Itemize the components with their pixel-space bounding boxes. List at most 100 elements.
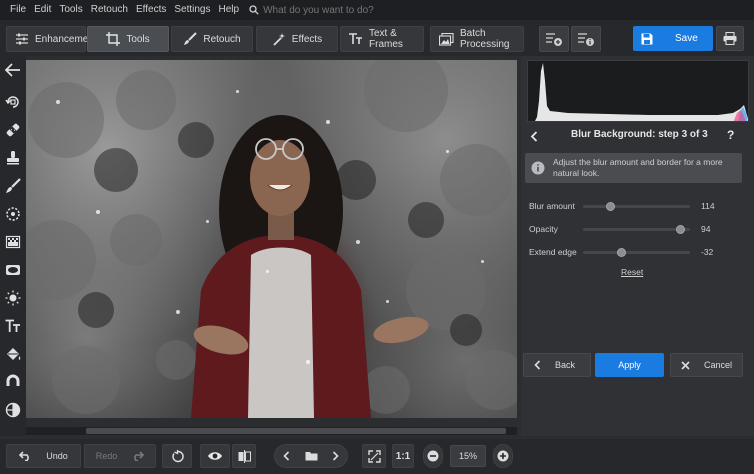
back-chevron-icon[interactable] bbox=[530, 131, 538, 142]
menu-help[interactable]: Help bbox=[215, 0, 244, 20]
brush-icon bbox=[184, 32, 198, 45]
compare-info-button[interactable] bbox=[571, 26, 601, 52]
menu-tools[interactable]: Tools bbox=[55, 0, 86, 20]
extend-edge-slider[interactable]: Extend edge -32 bbox=[529, 245, 719, 259]
save-button[interactable]: Save bbox=[633, 26, 713, 51]
undo-label: Undo bbox=[46, 451, 68, 461]
batch-processing-label: Batch Processing bbox=[460, 28, 510, 50]
histogram bbox=[527, 60, 749, 122]
compare-add-button[interactable] bbox=[539, 26, 569, 52]
tab-tools[interactable]: Tools bbox=[87, 26, 169, 52]
fit-to-screen-button[interactable] bbox=[362, 444, 386, 468]
healing-bandage-icon[interactable] bbox=[3, 120, 23, 140]
images-icon bbox=[439, 32, 454, 46]
sun-light-icon[interactable] bbox=[3, 288, 23, 308]
redo-icon bbox=[134, 451, 145, 461]
snowflake bbox=[206, 220, 209, 223]
close-icon bbox=[681, 360, 690, 370]
scrollbar-thumb[interactable] bbox=[86, 428, 506, 434]
rotate-crop-icon[interactable] bbox=[3, 92, 23, 112]
back-button[interactable]: Back bbox=[523, 353, 591, 377]
snowflake bbox=[56, 100, 60, 104]
paint-bucket-icon[interactable] bbox=[3, 344, 23, 364]
menu-settings[interactable]: Settings bbox=[170, 0, 214, 20]
snowflake bbox=[266, 270, 269, 273]
preview-button[interactable] bbox=[200, 444, 230, 468]
slider-knob[interactable] bbox=[676, 224, 685, 234]
text-icon bbox=[349, 33, 362, 44]
print-button[interactable] bbox=[716, 26, 744, 51]
menu-file[interactable]: File bbox=[6, 0, 30, 20]
split-view-icon bbox=[238, 449, 251, 463]
undo-button[interactable]: Undo bbox=[6, 444, 81, 468]
apply-label: Apply bbox=[618, 360, 641, 370]
tab-retouch[interactable]: Retouch bbox=[171, 26, 253, 52]
reset-link[interactable]: Reset bbox=[621, 267, 643, 277]
floppy-disk-icon bbox=[641, 33, 653, 44]
search-icon bbox=[249, 5, 259, 15]
apply-button[interactable]: Apply bbox=[595, 353, 664, 377]
back-arrow-icon[interactable] bbox=[3, 60, 23, 80]
blur-amount-slider[interactable]: Blur amount 114 bbox=[529, 199, 719, 213]
cancel-button[interactable]: Cancel bbox=[670, 353, 743, 377]
zoom-value: 15% bbox=[458, 451, 477, 461]
selection-dots-icon[interactable] bbox=[3, 204, 23, 224]
redo-button[interactable]: Redo bbox=[84, 444, 156, 468]
slider-knob[interactable] bbox=[606, 201, 615, 211]
background-globe-icon[interactable] bbox=[3, 400, 23, 420]
panel-header: Blur Background: step 3 of 3 ? bbox=[521, 126, 754, 146]
menu-effects[interactable]: Effects bbox=[132, 0, 170, 20]
help-button[interactable]: ? bbox=[727, 128, 734, 142]
slider-track[interactable] bbox=[583, 201, 690, 211]
eye-icon bbox=[208, 452, 222, 460]
menu-retouch[interactable]: Retouch bbox=[87, 0, 132, 20]
zoom-out-button[interactable] bbox=[423, 444, 443, 468]
back-label: Back bbox=[555, 360, 576, 370]
chevron-left-icon[interactable] bbox=[283, 451, 290, 461]
slider-track[interactable] bbox=[583, 247, 690, 257]
menu-search bbox=[249, 4, 404, 16]
zoom-in-button[interactable] bbox=[493, 444, 513, 468]
batch-processing-button[interactable]: Batch Processing bbox=[430, 26, 524, 52]
rotate-button[interactable] bbox=[162, 444, 192, 468]
crop-icon bbox=[106, 32, 121, 46]
list-info-icon bbox=[578, 33, 594, 46]
vignette-icon[interactable] bbox=[3, 260, 23, 280]
slider-knob[interactable] bbox=[617, 247, 626, 257]
tab-text-frames-label: Text & Frames bbox=[369, 28, 403, 50]
photo-canvas[interactable] bbox=[26, 60, 517, 418]
menu-edit[interactable]: Edit bbox=[30, 0, 55, 20]
redo-label: Redo bbox=[95, 451, 118, 461]
clone-stamp-icon[interactable] bbox=[3, 148, 23, 168]
lasso-magnet-icon[interactable] bbox=[3, 372, 23, 392]
info-text: Adjust the blur amount and border for a … bbox=[553, 157, 723, 178]
slider-track[interactable] bbox=[583, 224, 690, 234]
brush-tool-icon[interactable] bbox=[3, 176, 23, 196]
canvas-scrollbar[interactable] bbox=[26, 427, 517, 435]
slider-label: Extend edge bbox=[529, 247, 577, 257]
menu-bar: File Edit Tools Retouch Effects Settings… bbox=[0, 0, 754, 20]
snowflake bbox=[356, 240, 360, 244]
gradient-filter-icon[interactable] bbox=[3, 232, 23, 252]
snowflake bbox=[326, 120, 330, 124]
slider-value: -32 bbox=[701, 247, 714, 257]
search-input[interactable] bbox=[263, 4, 404, 16]
panel-title: Blur Background: step 3 of 3 bbox=[571, 129, 708, 140]
folder-icon[interactable] bbox=[305, 451, 318, 461]
tab-retouch-label: Retouch bbox=[203, 33, 241, 45]
opacity-slider[interactable]: Opacity 94 bbox=[529, 222, 719, 236]
snowflake bbox=[306, 360, 310, 364]
chevron-right-icon[interactable] bbox=[332, 451, 339, 461]
actual-size-button[interactable]: 1:1 bbox=[392, 444, 414, 468]
text-tool-icon[interactable] bbox=[3, 316, 23, 336]
tab-text-frames[interactable]: Text & Frames bbox=[340, 26, 424, 52]
zoom-level[interactable]: 15% bbox=[450, 445, 486, 467]
snowflake bbox=[446, 150, 449, 153]
bottom-toolbar: Undo Redo 1:1 15% bbox=[0, 439, 754, 474]
tab-enhancement[interactable]: Enhancement bbox=[6, 26, 97, 52]
tab-effects[interactable]: Effects bbox=[256, 26, 338, 52]
cancel-label: Cancel bbox=[704, 360, 733, 370]
actual-size-label: 1:1 bbox=[395, 450, 411, 462]
compare-split-button[interactable] bbox=[232, 444, 256, 468]
minus-icon bbox=[427, 450, 439, 462]
